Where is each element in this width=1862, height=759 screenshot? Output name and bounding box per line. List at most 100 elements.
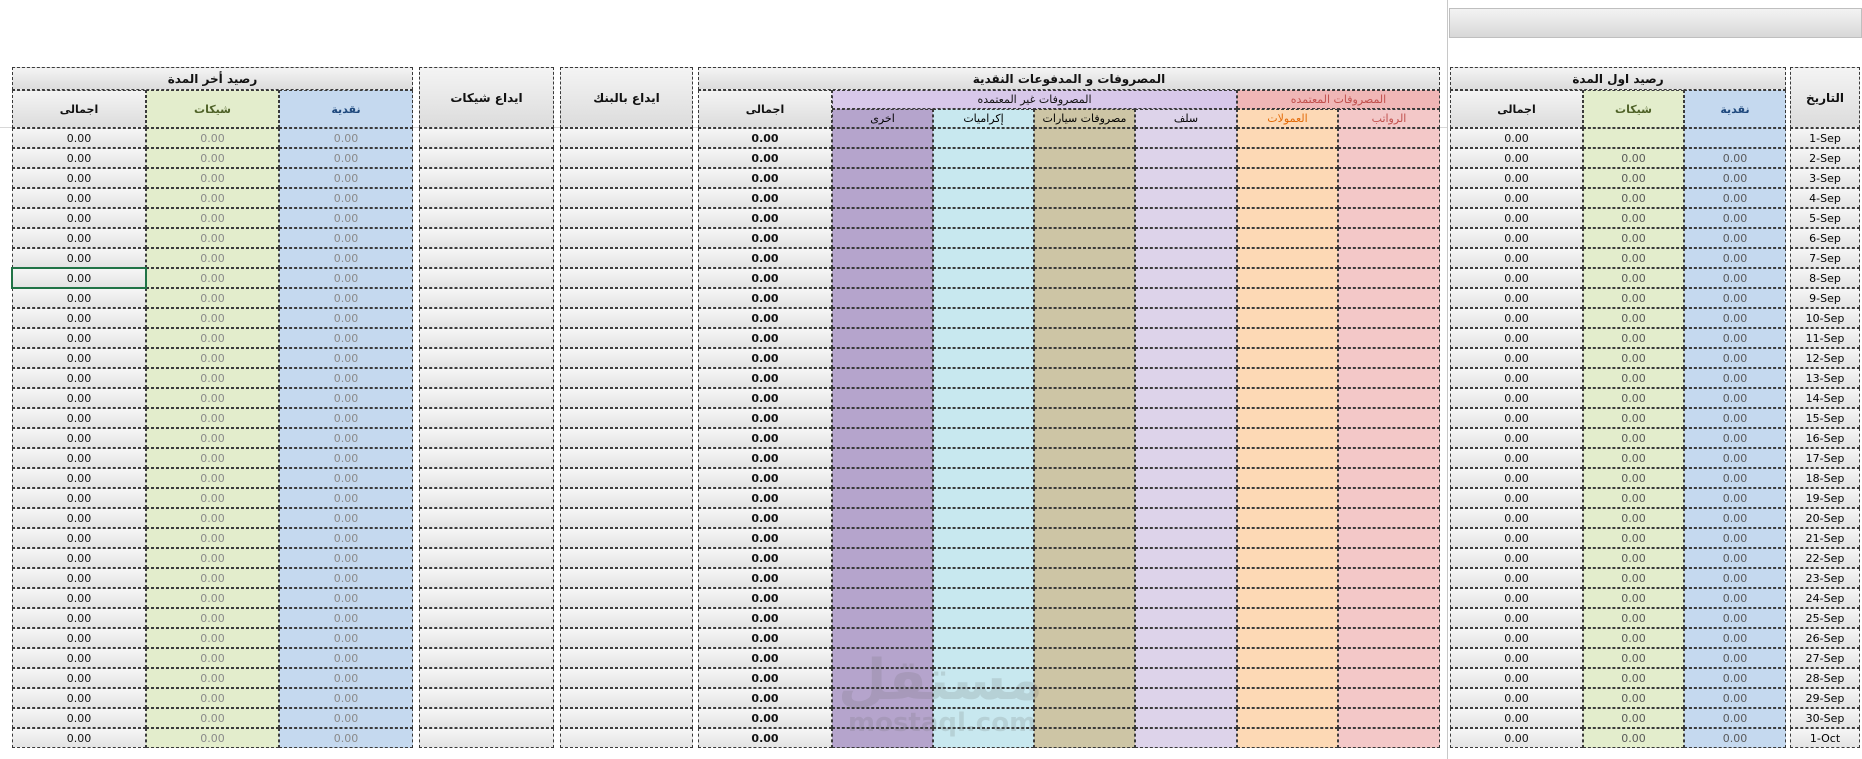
- closing-total-cell[interactable]: 0.00: [12, 608, 146, 628]
- opening-cheques-cell[interactable]: 0.00: [1583, 248, 1684, 268]
- closing-total-cell[interactable]: 0.00: [12, 248, 146, 268]
- expense-advances-cell[interactable]: [1135, 348, 1237, 368]
- closing-total-cell[interactable]: 0.00: [12, 548, 146, 568]
- cheque-deposit-cell[interactable]: [419, 368, 554, 388]
- opening-total-cell[interactable]: 0.00: [1450, 288, 1583, 308]
- cheque-deposit-cell[interactable]: [419, 628, 554, 648]
- opening-cash-cell[interactable]: 0.00: [1684, 428, 1786, 448]
- expense-commissions-cell[interactable]: [1237, 608, 1338, 628]
- expense-advances-cell[interactable]: [1135, 528, 1237, 548]
- expense-other-cell[interactable]: [832, 128, 933, 148]
- expense-car-expenses-cell[interactable]: [1034, 568, 1135, 588]
- opening-cash-cell[interactable]: 0.00: [1684, 608, 1786, 628]
- expenses-total-cell[interactable]: 0.00: [698, 288, 832, 308]
- expense-commissions-cell[interactable]: [1237, 548, 1338, 568]
- opening-cheques-cell[interactable]: 0.00: [1583, 588, 1684, 608]
- opening-cash-cell[interactable]: 0.00: [1684, 588, 1786, 608]
- expense-salaries-cell[interactable]: [1338, 408, 1440, 428]
- expense-other-cell[interactable]: [832, 368, 933, 388]
- closing-cheques-cell[interactable]: 0.00: [146, 648, 279, 668]
- closing-cheques-cell[interactable]: 0.00: [146, 328, 279, 348]
- closing-cheques-cell[interactable]: 0.00: [146, 208, 279, 228]
- opening-total-cell[interactable]: 0.00: [1450, 448, 1583, 468]
- expense-advances-cell[interactable]: [1135, 148, 1237, 168]
- opening-total-cell[interactable]: 0.00: [1450, 248, 1583, 268]
- expense-bonuses-cell[interactable]: [933, 188, 1034, 208]
- opening-cheques-cell[interactable]: 0.00: [1583, 488, 1684, 508]
- expense-commissions-cell[interactable]: [1237, 688, 1338, 708]
- closing-cheques-cell[interactable]: 0.00: [146, 348, 279, 368]
- closing-cheques-cell[interactable]: 0.00: [146, 408, 279, 428]
- closing-cash-cell[interactable]: 0.00: [279, 468, 413, 488]
- date-cell[interactable]: 25-Sep: [1790, 608, 1860, 628]
- closing-cheques-cell[interactable]: 0.00: [146, 388, 279, 408]
- closing-cash-cell[interactable]: 0.00: [279, 648, 413, 668]
- closing-cheques-cell[interactable]: 0.00: [146, 268, 279, 288]
- closing-cheques-cell[interactable]: 0.00: [146, 308, 279, 328]
- bank-deposit-cell[interactable]: [560, 528, 693, 548]
- expense-advances-cell[interactable]: [1135, 128, 1237, 148]
- expense-car-expenses-cell[interactable]: [1034, 588, 1135, 608]
- closing-cheques-cell[interactable]: 0.00: [146, 148, 279, 168]
- expense-salaries-cell[interactable]: [1338, 648, 1440, 668]
- expense-salaries-cell[interactable]: [1338, 448, 1440, 468]
- expense-advances-cell[interactable]: [1135, 248, 1237, 268]
- closing-cheques-cell[interactable]: 0.00: [146, 428, 279, 448]
- opening-cheques-cell[interactable]: 0.00: [1583, 388, 1684, 408]
- cheque-deposit-cell[interactable]: [419, 588, 554, 608]
- closing-total-cell[interactable]: 0.00: [12, 288, 146, 308]
- expense-salaries-cell[interactable]: [1338, 188, 1440, 208]
- expense-car-expenses-cell[interactable]: [1034, 308, 1135, 328]
- opening-total-cell[interactable]: 0.00: [1450, 168, 1583, 188]
- expense-salaries-cell[interactable]: [1338, 308, 1440, 328]
- cheque-deposit-cell[interactable]: [419, 328, 554, 348]
- bank-deposit-cell[interactable]: [560, 588, 693, 608]
- opening-cheques-cell[interactable]: 0.00: [1583, 348, 1684, 368]
- cheque-deposit-cell[interactable]: [419, 388, 554, 408]
- expense-salaries-cell[interactable]: [1338, 128, 1440, 148]
- opening-cheques-cell[interactable]: 0.00: [1583, 368, 1684, 388]
- expense-advances-cell[interactable]: [1135, 168, 1237, 188]
- expense-other-cell[interactable]: [832, 308, 933, 328]
- expense-commissions-cell[interactable]: [1237, 168, 1338, 188]
- expense-bonuses-cell[interactable]: [933, 148, 1034, 168]
- closing-cash-cell[interactable]: 0.00: [279, 348, 413, 368]
- date-cell[interactable]: 20-Sep: [1790, 508, 1860, 528]
- cheque-deposit-cell[interactable]: [419, 428, 554, 448]
- closing-cash-cell[interactable]: 0.00: [279, 548, 413, 568]
- expenses-total-cell[interactable]: 0.00: [698, 568, 832, 588]
- opening-cheques-cell[interactable]: 0.00: [1583, 408, 1684, 428]
- opening-total-cell[interactable]: 0.00: [1450, 388, 1583, 408]
- expense-commissions-cell[interactable]: [1237, 708, 1338, 728]
- expenses-total-cell[interactable]: 0.00: [698, 428, 832, 448]
- expense-commissions-cell[interactable]: [1237, 128, 1338, 148]
- expense-bonuses-cell[interactable]: [933, 348, 1034, 368]
- opening-total-cell[interactable]: 0.00: [1450, 268, 1583, 288]
- opening-cash-cell[interactable]: 0.00: [1684, 168, 1786, 188]
- closing-cash-cell[interactable]: 0.00: [279, 128, 413, 148]
- cheque-deposit-cell[interactable]: [419, 528, 554, 548]
- expense-bonuses-cell[interactable]: [933, 628, 1034, 648]
- cheque-deposit-cell[interactable]: [419, 468, 554, 488]
- expense-salaries-cell[interactable]: [1338, 348, 1440, 368]
- expense-advances-cell[interactable]: [1135, 228, 1237, 248]
- expense-other-cell[interactable]: [832, 208, 933, 228]
- closing-total-cell[interactable]: 0.00: [12, 508, 146, 528]
- bank-deposit-cell[interactable]: [560, 168, 693, 188]
- closing-cash-cell[interactable]: 0.00: [279, 248, 413, 268]
- closing-cash-cell[interactable]: 0.00: [279, 568, 413, 588]
- opening-total-cell[interactable]: 0.00: [1450, 648, 1583, 668]
- closing-total-cell[interactable]: 0.00: [12, 528, 146, 548]
- expenses-total-cell[interactable]: 0.00: [698, 268, 832, 288]
- closing-cheques-cell[interactable]: 0.00: [146, 688, 279, 708]
- active-cell-selection[interactable]: [11, 267, 147, 289]
- cheque-deposit-cell[interactable]: [419, 268, 554, 288]
- closing-cash-cell[interactable]: 0.00: [279, 328, 413, 348]
- expense-salaries-cell[interactable]: [1338, 588, 1440, 608]
- expense-commissions-cell[interactable]: [1237, 728, 1338, 748]
- opening-cash-cell[interactable]: 0.00: [1684, 448, 1786, 468]
- closing-cheques-cell[interactable]: 0.00: [146, 228, 279, 248]
- cheque-deposit-cell[interactable]: [419, 648, 554, 668]
- expense-car-expenses-cell[interactable]: [1034, 488, 1135, 508]
- closing-cash-cell[interactable]: 0.00: [279, 368, 413, 388]
